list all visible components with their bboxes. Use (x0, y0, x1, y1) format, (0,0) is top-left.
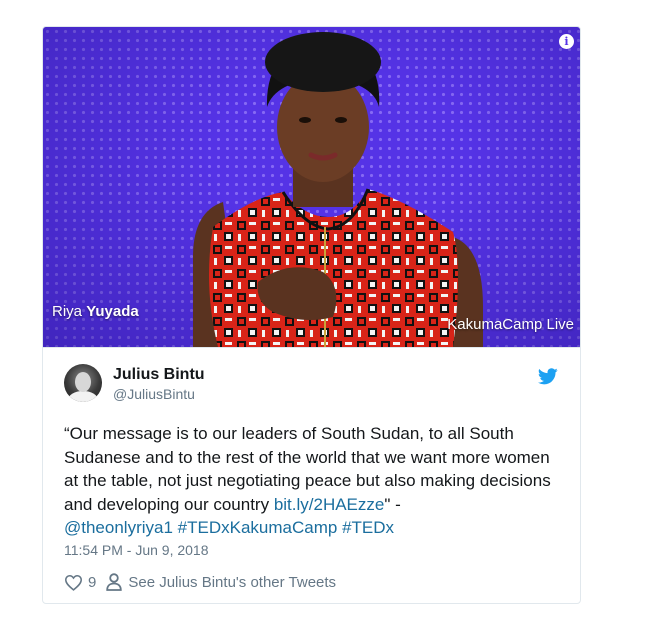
tweet-author-header: Julius Bintu @JuliusBintu (43, 348, 580, 408)
speaker-caption: Riya Yuyada (52, 303, 139, 320)
other-tweets-link[interactable]: See Julius Bintu's other Tweets (128, 574, 336, 591)
tweet-body: “Our message is to our leaders of South … (64, 422, 564, 540)
hashtag-link-tedx[interactable]: #TEDx (342, 518, 394, 537)
heart-icon[interactable] (64, 574, 83, 591)
avatar[interactable] (64, 364, 102, 402)
tweet-link[interactable]: bit.ly/2HAEzze (274, 495, 385, 514)
tweet-actions: 9 See Julius Bintu's other Tweets (64, 572, 336, 592)
twitter-bird-icon[interactable] (538, 368, 558, 385)
speaker-first-name: Riya (52, 303, 83, 320)
hashtag-link-tedxkakumacamp[interactable]: #TEDxKakumaCamp (178, 518, 338, 537)
mention-link[interactable]: @theonlyriya1 (64, 518, 173, 537)
speaker-photo (193, 32, 483, 347)
embedded-tweet-card: Riya Yuyada KakumaCamp Live i Julius Bin… (42, 26, 581, 604)
avatar-face (75, 372, 91, 392)
event-caption: KakumaCamp Live (447, 316, 574, 333)
person-icon[interactable] (106, 573, 123, 591)
info-icon[interactable]: i (559, 34, 574, 49)
speaker-last-name: Yuyada (86, 303, 139, 320)
like-count[interactable]: 9 (88, 574, 96, 591)
tweet-media-image[interactable]: Riya Yuyada KakumaCamp Live i (43, 27, 580, 348)
author-handle[interactable]: @JuliusBintu (113, 386, 195, 402)
avatar-shirt (68, 391, 98, 402)
tweet-timestamp[interactable]: 11:54 PM - Jun 9, 2018 (64, 542, 209, 558)
tweet-text-part2: " - (384, 494, 401, 514)
author-display-name[interactable]: Julius Bintu (113, 366, 205, 384)
